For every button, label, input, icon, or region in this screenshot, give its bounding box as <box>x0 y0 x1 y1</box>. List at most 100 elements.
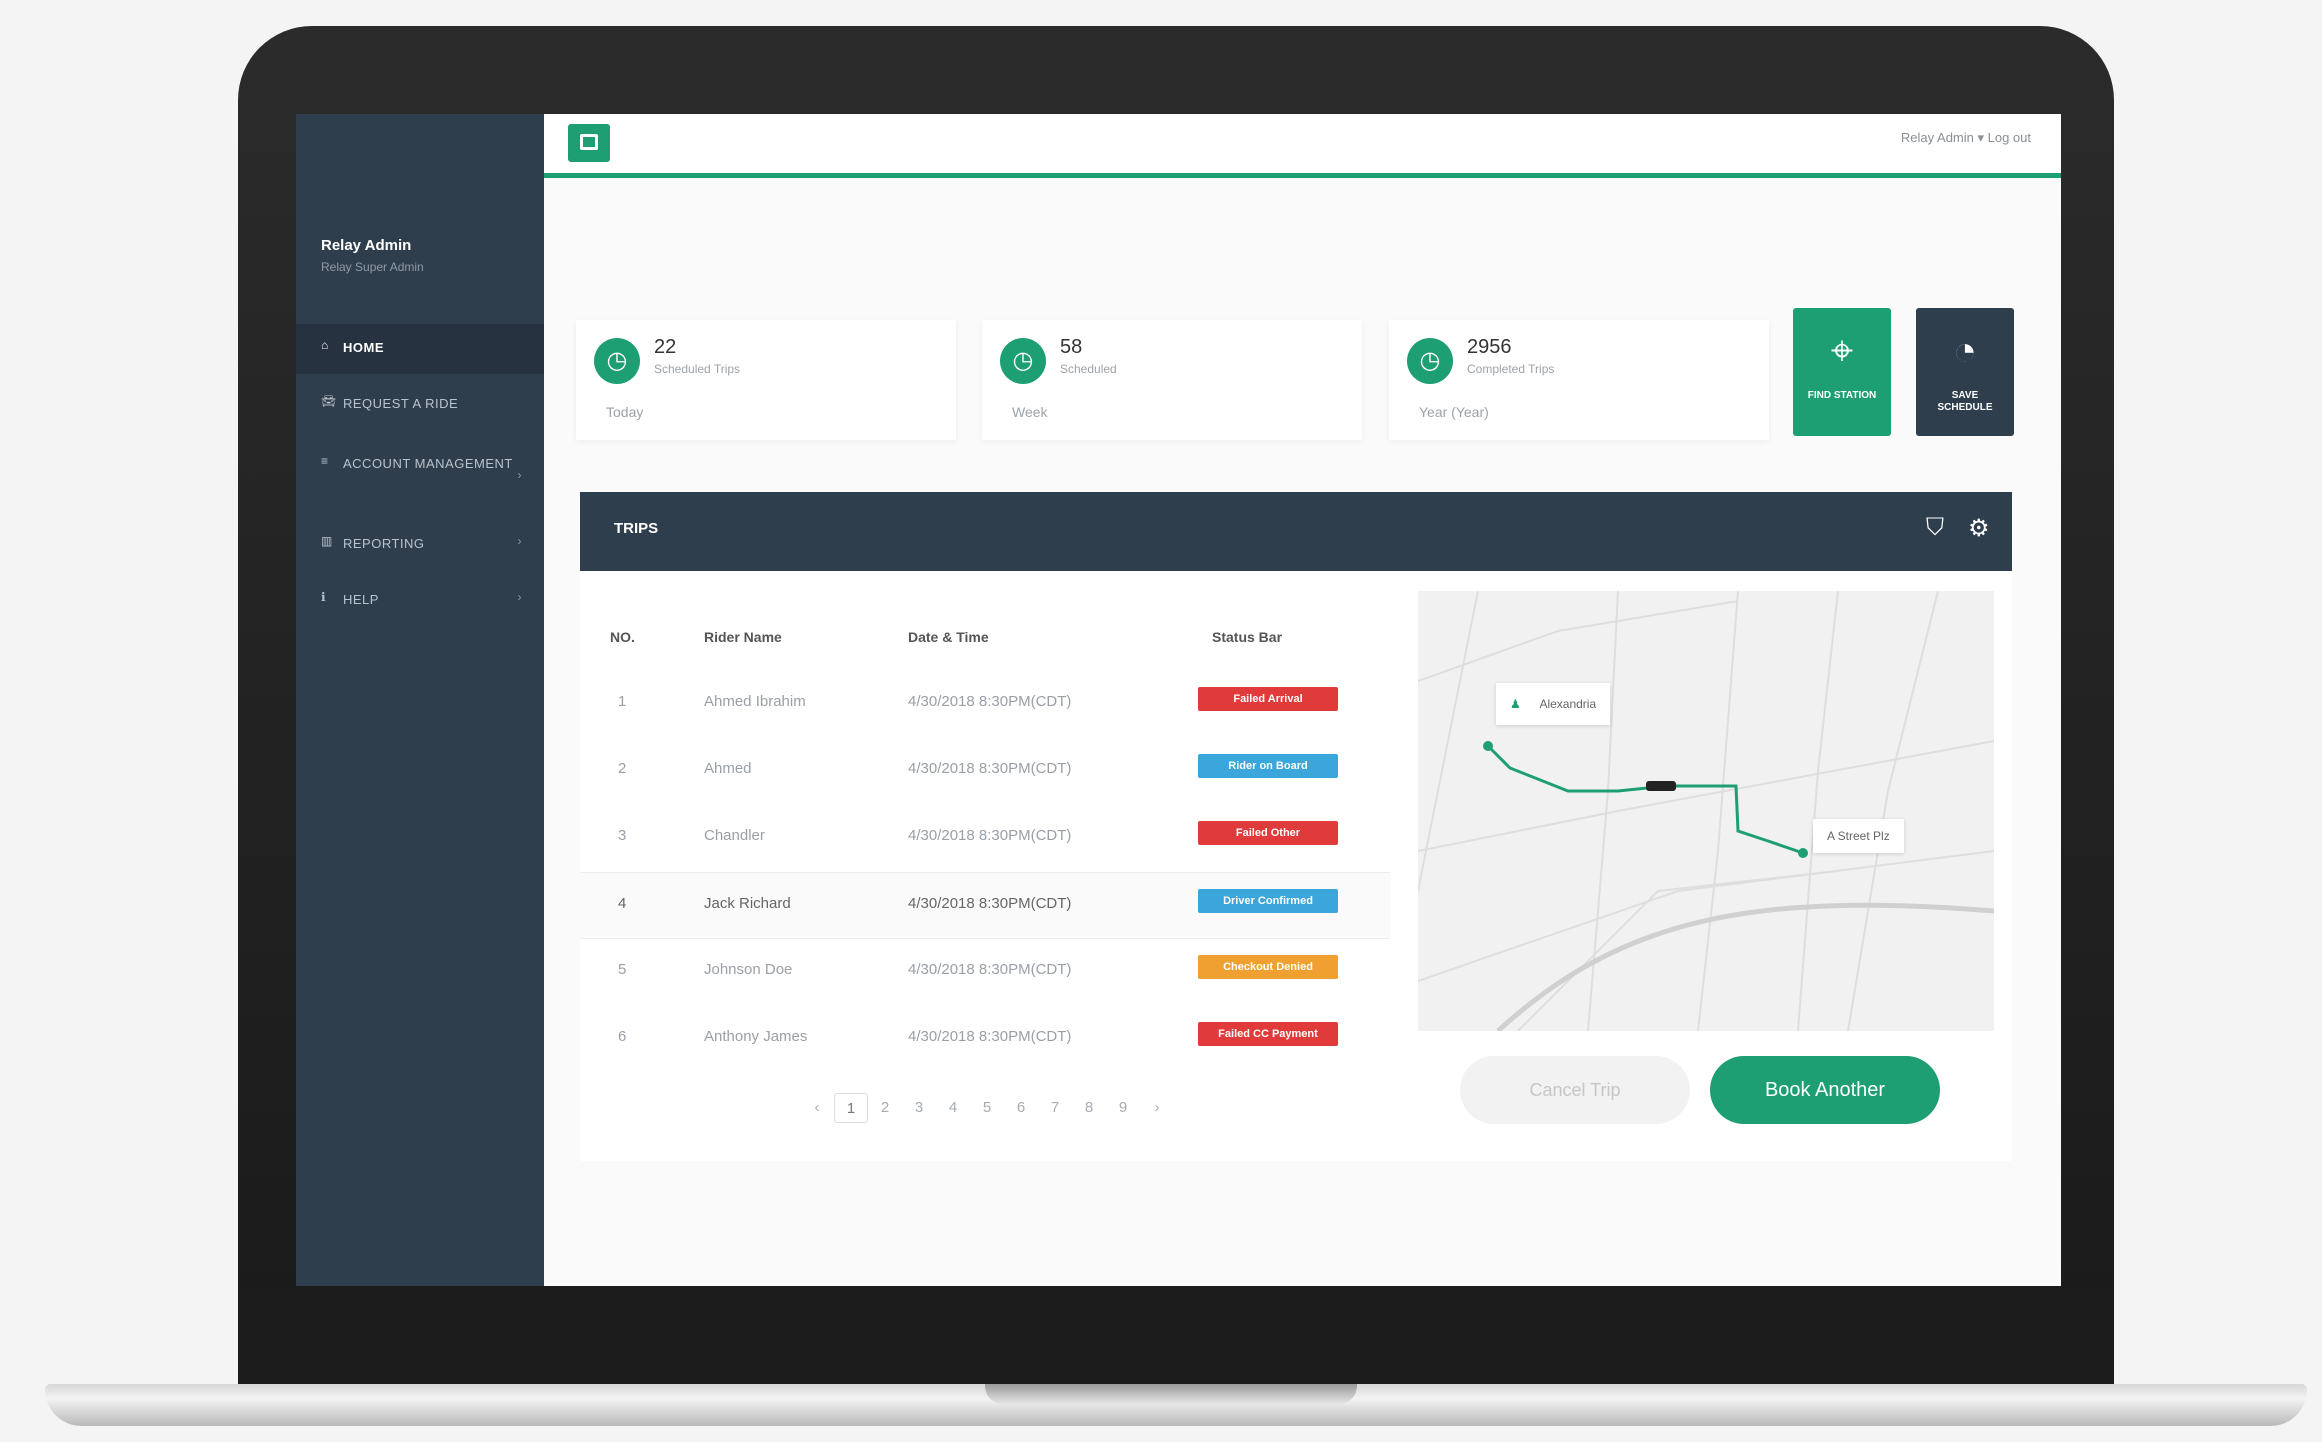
rider-name: Ahmed <box>704 760 752 777</box>
rider-name: Johnson Doe <box>704 961 793 978</box>
pickup-marker <box>1483 741 1493 751</box>
main-content: ◷ 22 Scheduled Trips Today ◷ 58 Schedule… <box>544 178 2061 1286</box>
book-another-button[interactable]: Book Another <box>1710 1056 1940 1124</box>
table-row[interactable]: 1 Ahmed Ibrahim 4/30/2018 8:30PM(CDT) Fa… <box>580 671 1390 738</box>
column-header-rider-name: Rider Name <box>704 629 782 645</box>
row-number: 6 <box>618 1028 627 1045</box>
table-row[interactable]: 6 Anthony James 4/30/2018 8:30PM(CDT) Fa… <box>580 1006 1390 1073</box>
stat-label: Scheduled Trips <box>654 362 741 376</box>
chart-icon: ▥ <box>321 534 333 548</box>
stat-card-year: ◷ 2956 Completed Trips Year (Year) <box>1389 320 1769 440</box>
status-badge: Checkout Denied <box>1198 955 1338 979</box>
sidebar-item-label: HOME <box>343 340 384 355</box>
stat-label: Completed Trips <box>1467 362 1555 376</box>
stat-card-today: ◷ 22 Scheduled Trips Today <box>576 320 956 440</box>
pagination: ‹ 1 2 3 4 5 6 7 8 9 › <box>800 1093 1174 1123</box>
pager-prev[interactable]: ‹ <box>800 1093 834 1123</box>
pickup-label: ♟ Alexandria <box>1496 683 1611 725</box>
trips-panel-header: TRIPS ⛉ ⚙ <box>580 492 2012 571</box>
quick-action-label: FIND STATION <box>1807 390 1877 401</box>
sidebar-item-reporting[interactable]: ▥ REPORTING › <box>296 520 544 570</box>
pager-page[interactable]: 1 <box>834 1093 868 1123</box>
pager-page[interactable]: 8 <box>1072 1093 1106 1123</box>
rider-name: Ahmed Ibrahim <box>704 693 806 710</box>
pager-next[interactable]: › <box>1140 1093 1174 1123</box>
chevron-right-icon: › <box>517 468 522 482</box>
map-streets <box>1418 591 1994 1031</box>
pager-page[interactable]: 7 <box>1038 1093 1072 1123</box>
clock-icon: ◷ <box>1000 338 1046 384</box>
stat-card-week: ◷ 58 Scheduled Week <box>982 320 1362 440</box>
trip-datetime: 4/30/2018 8:30PM(CDT) <box>908 1028 1072 1045</box>
save-schedule-button[interactable]: ◔ SAVE SCHEDULE <box>1916 308 2014 436</box>
table-row[interactable]: 2 Ahmed 4/30/2018 8:30PM(CDT) Rider on B… <box>580 738 1390 805</box>
sidebar: Relay Admin Relay Super Admin ⌂ HOME 🚘︎ … <box>296 114 544 1286</box>
trips-title: TRIPS <box>614 520 659 537</box>
clock-icon: ◔ <box>1952 329 1978 373</box>
pager-page[interactable]: 6 <box>1004 1093 1038 1123</box>
status-badge: Rider on Board <box>1198 754 1338 778</box>
sidebar-item-request-ride[interactable]: 🚘︎ REQUEST A RIDE <box>296 380 544 430</box>
status-badge: Failed Other <box>1198 821 1338 845</box>
sidebar-item-label: REPORTING <box>343 536 425 551</box>
clock-icon: ◷ <box>1407 338 1453 384</box>
sidebar-item-account-management[interactable]: ≡ ACCOUNT MANAGEMENT › <box>296 440 544 500</box>
row-number: 1 <box>618 693 627 710</box>
top-bar: Relay Admin ▾ Log out <box>544 114 2061 178</box>
dropoff-marker <box>1798 848 1808 858</box>
person-icon: ♟ <box>1510 697 1521 711</box>
user-role[interactable]: Relay Super Admin <box>321 260 424 274</box>
account-menu[interactable]: Relay Admin ▾ Log out <box>1901 130 2031 146</box>
pickup-label-text: Alexandria <box>1539 697 1597 711</box>
gear-icon[interactable]: ⚙ <box>1968 514 1990 543</box>
row-number: 3 <box>618 827 627 844</box>
laptop-notch <box>985 1384 1357 1404</box>
pager-page[interactable]: 4 <box>936 1093 970 1123</box>
sidebar-item-label: ACCOUNT MANAGEMENT <box>343 456 513 471</box>
trip-datetime: 4/30/2018 8:30PM(CDT) <box>908 760 1072 777</box>
pager-page[interactable]: 5 <box>970 1093 1004 1123</box>
status-badge: Failed Arrival <box>1198 687 1338 711</box>
sidebar-item-label: REQUEST A RIDE <box>343 396 459 411</box>
trip-datetime: 4/30/2018 8:30PM(CDT) <box>908 827 1072 844</box>
sidebar-item-help[interactable]: ℹ HELP › <box>296 576 544 626</box>
rider-name: Chandler <box>704 827 765 844</box>
column-header-date-time: Date & Time <box>908 629 989 645</box>
app-logo[interactable] <box>568 124 610 162</box>
filter-icon[interactable]: ⛉ <box>1926 514 1944 542</box>
quick-action-label: SAVE SCHEDULE <box>1937 390 1993 413</box>
pager-page[interactable]: 3 <box>902 1093 936 1123</box>
trips-panel: NO. Rider Name Date & Time Status Bar 1 … <box>580 571 2012 1161</box>
table-row[interactable]: 4 Jack Richard 4/30/2018 8:30PM(CDT) Dri… <box>580 872 1390 939</box>
find-station-button[interactable]: ⌖ FIND STATION <box>1793 308 1891 436</box>
stat-value: 22 <box>654 336 677 358</box>
rider-name: Anthony James <box>704 1028 808 1045</box>
dropoff-label: A Street Plz <box>1813 819 1904 853</box>
status-badge: Driver Confirmed <box>1198 889 1338 913</box>
trip-datetime: 4/30/2018 8:30PM(CDT) <box>908 693 1072 710</box>
sidebar-item-label: HELP <box>343 592 379 607</box>
pager-page[interactable]: 9 <box>1106 1093 1140 1123</box>
laptop-bezel <box>238 1290 2114 1384</box>
column-header-status: Status Bar <box>1212 629 1283 645</box>
route-map[interactable]: ♟ Alexandria A Street Plz <box>1418 591 1994 1031</box>
sidebar-item-home[interactable]: ⌂ HOME <box>296 324 544 374</box>
cancel-trip-button[interactable]: Cancel Trip <box>1460 1056 1690 1124</box>
trip-datetime: 4/30/2018 8:30PM(CDT) <box>908 895 1072 912</box>
route-line <box>1486 744 1804 855</box>
map-pin-icon: ⌖ <box>1830 329 1854 373</box>
row-number: 5 <box>618 961 627 978</box>
car-marker <box>1646 781 1676 791</box>
pager-page[interactable]: 2 <box>868 1093 902 1123</box>
home-icon: ⌂ <box>321 338 329 352</box>
status-badge: Failed CC Payment <box>1198 1022 1338 1046</box>
info-icon: ℹ <box>321 590 327 604</box>
chevron-right-icon: › <box>517 534 522 548</box>
stat-footer: Today <box>606 404 644 420</box>
trip-datetime: 4/30/2018 8:30PM(CDT) <box>908 961 1072 978</box>
table-row[interactable]: 5 Johnson Doe 4/30/2018 8:30PM(CDT) Chec… <box>580 939 1390 1006</box>
column-header-no: NO. <box>610 629 635 645</box>
rider-name: Jack Richard <box>704 895 791 912</box>
table-row[interactable]: 3 Chandler 4/30/2018 8:30PM(CDT) Failed … <box>580 805 1390 872</box>
clock-icon: ◷ <box>594 338 640 384</box>
